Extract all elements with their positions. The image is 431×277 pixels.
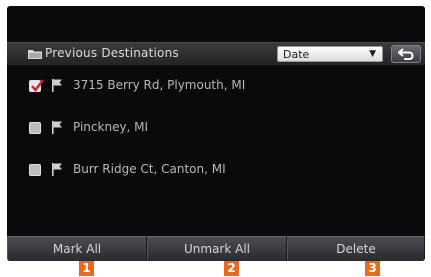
list-item[interactable]: Pinckney, MI [7,110,425,146]
unmark-all-button[interactable]: Unmark All [147,236,287,261]
chevron-down-icon: ▼ [369,49,376,59]
callout-badge-1: 1 [79,261,94,276]
checkmark-icon [31,79,44,92]
back-button[interactable] [391,45,421,63]
list-item[interactable]: 3715 Berry Rd, Plymouth, MI [7,68,425,104]
mark-all-button[interactable]: Mark All [7,236,147,261]
delete-button[interactable]: Delete [287,236,425,261]
sort-dropdown[interactable]: Date ▼ [277,46,383,62]
checkbox-unchecked[interactable] [29,164,41,176]
return-arrow-icon [398,48,414,60]
destination-label: 3715 Berry Rd, Plymouth, MI [73,78,246,92]
callout-badge-3: 3 [365,261,380,276]
checkbox-checked[interactable] [29,79,44,92]
flag-icon [52,79,62,92]
navigation-screen: Previous Destinations Date ▼ 3715 Berry … [7,6,425,261]
page-title: Previous Destinations [45,46,179,60]
list-item[interactable]: Burr Ridge Ct, Canton, MI [7,152,425,188]
checkbox-unchecked[interactable] [29,122,41,134]
callout-badge-2: 2 [224,261,239,276]
folder-icon [28,50,42,59]
destination-label: Pinckney, MI [73,120,149,134]
flag-icon [52,121,62,134]
action-bar: Mark All Unmark All Delete [7,236,425,261]
list-header: Previous Destinations Date ▼ [7,42,425,66]
flag-icon [52,163,62,176]
sort-selected-value: Date [283,48,310,61]
destination-label: Burr Ridge Ct, Canton, MI [73,162,226,176]
